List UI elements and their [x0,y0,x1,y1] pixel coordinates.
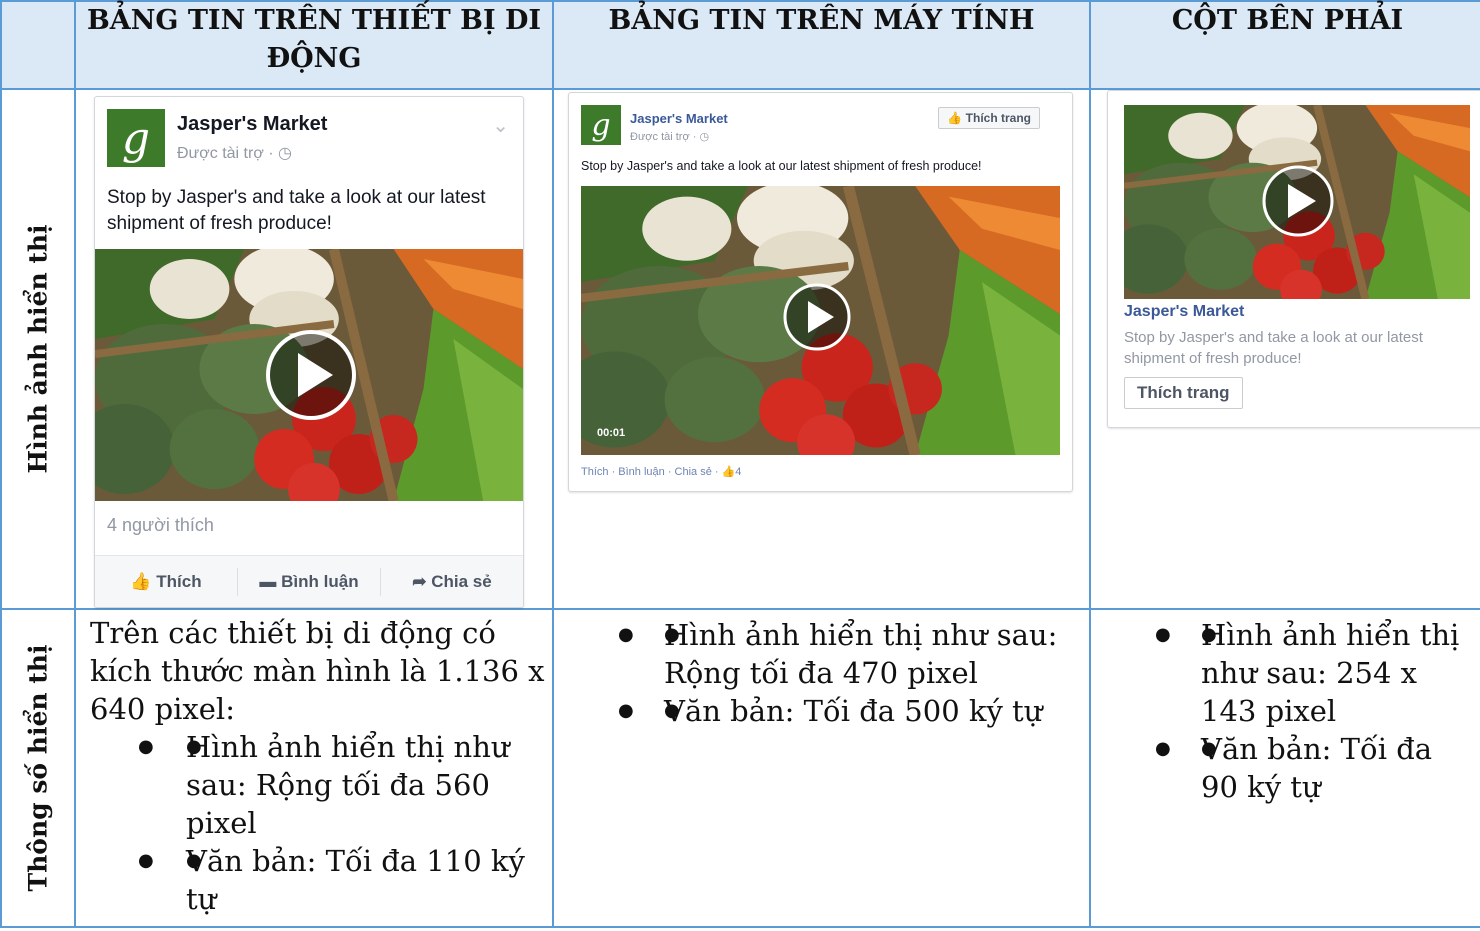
post-text: Stop by Jasper's and take a look at our … [581,159,982,173]
header-right-column: CỘT BÊN PHẢI [1089,0,1480,90]
right-column-ad-card: Jasper's Market Stop by Jasper's and tak… [1107,90,1480,428]
spec-item: ●Hình ảnh hiển thị như sau: Rộng tối đa … [618,616,1089,692]
share-button[interactable]: ➦ Chia sẻ [381,572,523,592]
header-mobile-feed: BẢNG TIN TRÊN THIẾT BỊ DI ĐỘNG [74,0,554,90]
specs-row: Thông số hiển thị Trên các thiết bị di đ… [0,608,1480,928]
row-label-image: Hình ảnh hiển thị [23,224,53,474]
sponsored-label: Được tài trợ · ◷ [630,131,710,143]
row-label-specs-cell: Thông số hiển thị [0,608,76,928]
post-text: Stop by Jasper's and take a look at our … [107,187,486,234]
desktop-specs-cell: ●Hình ảnh hiển thị như sau: Rộng tối đa … [552,608,1091,928]
header-corner [0,0,76,90]
video-thumbnail[interactable] [581,186,1060,455]
video-thumbnail[interactable] [95,249,523,501]
like-button[interactable]: 👍 Thích [95,572,237,592]
comment-icon: ▬ [259,572,282,591]
post-footer-actions[interactable]: Thích · Bình luận · Chia sẻ · 👍4 [581,465,741,478]
mobile-preview-cell: g Jasper's Market Được tài trợ · ◷ ⌄ Sto… [74,88,554,610]
spec-item: ●Hình ảnh hiển thị như sau: 254 x 143 pi… [1155,616,1470,730]
header-row: BẢNG TIN TRÊN THIẾT BỊ DI ĐỘNG BẢNG TIN … [0,0,1480,90]
chevron-down-icon[interactable]: ⌄ [492,113,509,138]
like-page-button[interactable]: Thích trang [1124,377,1243,409]
desktop-preview-cell: g Jasper's Market Được tài trợ · ◷ 👍 Thí… [552,88,1091,610]
mobile-specs-intro: Trên các thiết bị di động có kích thước … [90,616,545,726]
header-desktop-feed: BẢNG TIN TRÊN MÁY TÍNH [552,0,1091,90]
share-icon: ➦ [412,572,432,591]
video-thumbnail[interactable] [1124,105,1470,299]
brand-logo: g [107,109,165,167]
sponsored-label: Được tài trợ · ◷ [177,145,292,162]
spec-item: ●Văn bản: Tối đa 90 ký tự [1155,730,1470,806]
mobile-ad-card: g Jasper's Market Được tài trợ · ◷ ⌄ Sto… [94,96,524,608]
thumbs-up-icon: 👍 [130,572,157,591]
row-label-image-cell: Hình ảnh hiển thị [0,88,76,610]
action-bar: 👍 Thích ▬ Bình luận ➦ Chia sẻ [95,555,523,607]
right-specs-cell: ●Hình ảnh hiển thị như sau: 254 x 143 pi… [1089,608,1480,928]
desktop-ad-card: g Jasper's Market Được tài trợ · ◷ 👍 Thí… [568,92,1073,492]
spec-item: ●Văn bản: Tối đa 500 ký tự [618,692,1089,730]
mobile-specs-cell: Trên các thiết bị di động có kích thước … [74,608,554,928]
image-row: Hình ảnh hiển thị g Jasper's Market Được… [0,88,1480,610]
row-label-specs: Thông số hiển thị [23,644,53,892]
video-timestamp: 00:01 [597,427,626,439]
brand-logo: g [581,105,621,145]
spec-item: ●Văn bản: Tối đa 110 ký tự [138,842,552,918]
page-name-link[interactable]: Jasper's Market [177,113,327,136]
likes-count[interactable]: 4 người thích [107,515,214,536]
right-column-preview-cell: Jasper's Market Stop by Jasper's and tak… [1089,88,1480,610]
comment-button[interactable]: ▬ Bình luận [238,572,380,592]
post-text: Stop by Jasper's and take a look at our … [1124,329,1423,367]
ad-format-table: BẢNG TIN TRÊN THIẾT BỊ DI ĐỘNG BẢNG TIN … [0,0,1480,928]
spec-item: ●Hình ảnh hiển thị như sau: Rộng tối đa … [138,728,552,842]
thumbs-up-icon: 👍 [947,111,966,125]
page-name-link[interactable]: Jasper's Market [630,111,728,126]
page-name-link[interactable]: Jasper's Market [1124,303,1244,321]
like-page-button[interactable]: 👍 Thích trang [938,107,1040,129]
